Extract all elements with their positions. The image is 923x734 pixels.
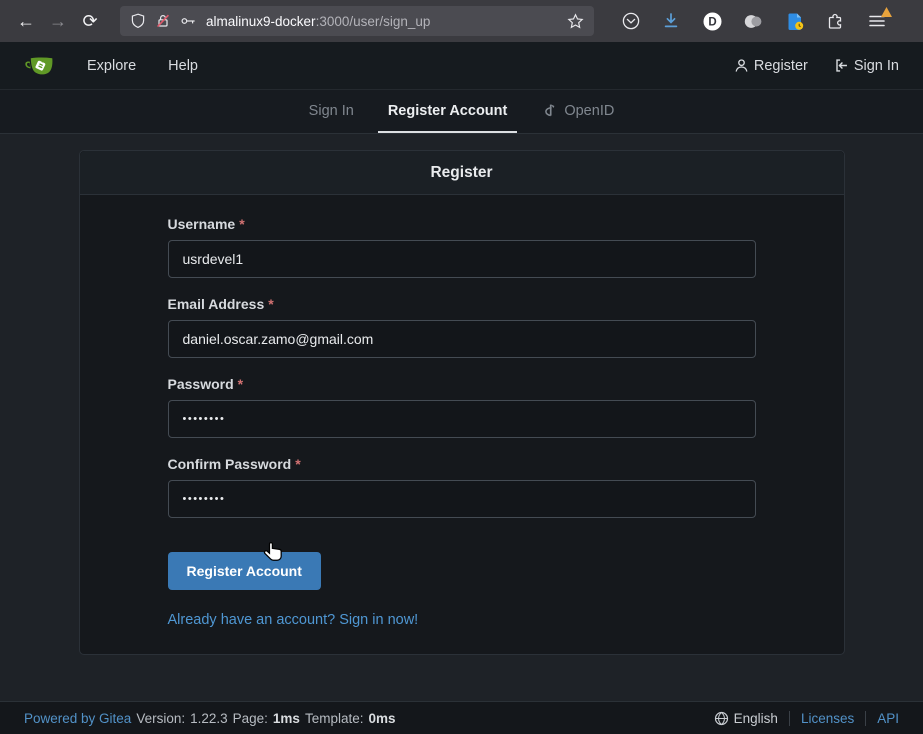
powered-by-gitea-link[interactable]: Powered by Gitea — [24, 711, 131, 726]
required-marker: * — [238, 376, 243, 392]
panel-title: Register — [80, 151, 844, 195]
footer-links: English Licenses API — [714, 711, 899, 726]
required-marker: * — [268, 296, 273, 312]
back-icon[interactable]: ← — [10, 6, 42, 36]
downloads-icon[interactable] — [661, 11, 681, 31]
register-account-button[interactable]: Register Account — [168, 552, 321, 590]
extension-strip: D — [594, 11, 913, 32]
password-input[interactable] — [168, 400, 756, 438]
nav-explore-link[interactable]: Explore — [87, 58, 136, 74]
email-label: Email Address* — [168, 296, 756, 312]
duckduckgo-icon[interactable]: D — [702, 11, 723, 32]
shield-icon[interactable] — [130, 13, 146, 29]
url-text: almalinux9-docker:3000/user/sign_up — [206, 14, 558, 29]
confirm-password-label: Confirm Password* — [168, 456, 756, 472]
language-selector[interactable]: English — [714, 711, 778, 726]
key-icon[interactable] — [180, 13, 197, 29]
document-extension-icon[interactable] — [785, 11, 806, 32]
auth-tab-bar: Sign In Register Account OpenID — [0, 90, 923, 134]
confirm-password-field-group: Confirm Password* — [168, 456, 756, 518]
username-input[interactable] — [168, 240, 756, 278]
gitea-footer: Powered by Gitea Version: 1.22.3 Page: 1… — [0, 701, 923, 734]
browser-url-bar[interactable]: almalinux9-docker:3000/user/sign_up — [120, 6, 594, 36]
person-icon — [734, 58, 749, 73]
tab-sign-in[interactable]: Sign In — [299, 90, 364, 133]
licenses-link[interactable]: Licenses — [801, 711, 854, 726]
email-input[interactable] — [168, 320, 756, 358]
email-field-group: Email Address* — [168, 296, 756, 358]
nav-register-link[interactable]: Register — [734, 58, 808, 74]
reload-icon[interactable]: ⟳ — [74, 6, 106, 36]
shapes-extension-icon[interactable] — [743, 11, 764, 32]
required-marker: * — [295, 456, 300, 472]
gitea-navbar: Explore Help Register Sign In — [0, 42, 923, 90]
api-link[interactable]: API — [877, 711, 899, 726]
update-alert-badge — [881, 7, 892, 17]
menu-hamburger-icon[interactable] — [867, 11, 887, 31]
sign-in-icon — [834, 58, 849, 73]
footer-meta: Powered by Gitea Version: 1.22.3 Page: 1… — [24, 711, 396, 726]
nav-help-link[interactable]: Help — [168, 58, 198, 74]
confirm-password-input[interactable] — [168, 480, 756, 518]
main-content: Register Username* Email Address* Passwo… — [0, 134, 923, 701]
screen: ← → ⟳ almalinux9-docker:300 — [0, 0, 923, 734]
browser-toolbar: ← → ⟳ almalinux9-docker:300 — [0, 0, 923, 42]
openid-icon — [541, 102, 558, 119]
footer-divider — [865, 711, 866, 726]
insecure-lock-icon[interactable] — [155, 13, 171, 29]
bookmark-star-icon[interactable] — [567, 13, 584, 30]
footer-divider — [789, 711, 790, 726]
nav-signin-link[interactable]: Sign In — [834, 58, 899, 74]
tab-openid[interactable]: OpenID — [531, 90, 624, 133]
username-field-group: Username* — [168, 216, 756, 278]
register-form: Username* Email Address* Password* Confi… — [80, 195, 844, 654]
register-panel: Register Username* Email Address* Passwo… — [79, 150, 845, 655]
signin-now-link[interactable]: Already have an account? Sign in now! — [168, 612, 756, 628]
tab-register-account[interactable]: Register Account — [378, 90, 518, 133]
extensions-puzzle-icon[interactable] — [826, 11, 846, 31]
password-field-group: Password* — [168, 376, 756, 438]
username-label: Username* — [168, 216, 756, 232]
gitea-logo-icon[interactable] — [24, 50, 55, 81]
required-marker: * — [239, 216, 244, 232]
password-label: Password* — [168, 376, 756, 392]
globe-icon — [714, 711, 729, 726]
pocket-icon[interactable] — [621, 11, 641, 31]
forward-icon[interactable]: → — [42, 6, 74, 36]
svg-text:D: D — [708, 16, 716, 28]
